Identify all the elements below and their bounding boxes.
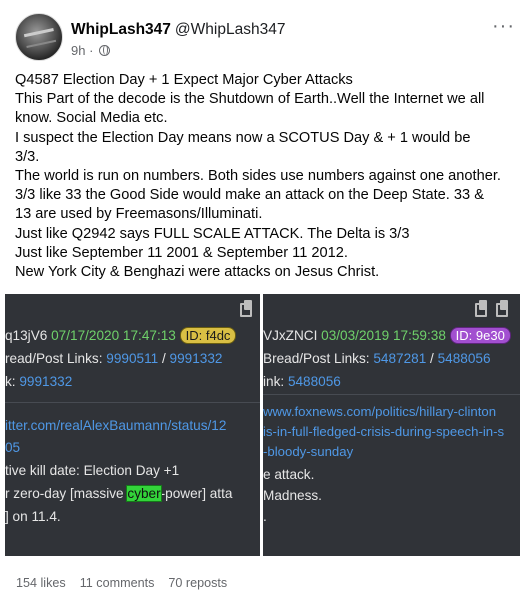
slash: / xyxy=(161,351,166,366)
url-line: is-in-full-fledged-crisis-during-speech-… xyxy=(263,424,505,439)
quote-line: e attack. xyxy=(263,467,315,482)
post-line: 3/3. xyxy=(15,148,40,165)
divider xyxy=(263,394,520,395)
globe-icon xyxy=(99,45,111,56)
comments-count[interactable]: 11 comments xyxy=(80,576,155,590)
post-line: I suspect the Election Day means now a S… xyxy=(15,129,471,146)
id-badge: ID: f4dc xyxy=(179,327,237,344)
post-line: Just like Q2942 says FULL SCALE ATTACK. … xyxy=(15,225,410,242)
author-name[interactable]: WhipLash347 xyxy=(71,21,171,38)
post-body: Q4587 Election Day + 1 Expect Major Cybe… xyxy=(15,71,515,282)
post-link: 9991332 xyxy=(19,374,73,389)
author-handle[interactable]: @WhipLash347 xyxy=(175,21,286,38)
post-line: This Part of the decode is the Shutdown … xyxy=(15,91,485,108)
url-line: www.foxnews.com/politics/hillary-clinton xyxy=(263,404,497,419)
post-line: 3/3 like 33 the Good Side would make an … xyxy=(15,187,484,204)
post-line: Q4587 Election Day + 1 Expect Major Cybe… xyxy=(15,72,353,88)
post-line: New York City & Benghazi were attacks on… xyxy=(15,264,380,281)
more-icon[interactable]: ··· xyxy=(492,16,515,36)
bread-link: 9990511 xyxy=(106,351,159,366)
post-id: VJxZNCI xyxy=(263,328,318,343)
quote-line: Madness. xyxy=(263,488,322,503)
copy-icon xyxy=(475,300,487,317)
link-row: ink: 5488056 xyxy=(263,374,341,389)
bread-label: read/Post Links: xyxy=(5,351,103,366)
highlight-word: cyber xyxy=(126,485,162,502)
url-line: 05 xyxy=(5,440,21,455)
id-badge: ID: 9e30 xyxy=(449,327,511,344)
attached-image-left[interactable]: q13jV6 07/17/2020 17:47:13 ID: f4dc read… xyxy=(5,294,260,556)
quote-text: r zero-day [massive xyxy=(5,486,128,501)
post-meta: 9h · xyxy=(71,43,111,58)
link-label: k: xyxy=(5,374,16,389)
quote-line: ] on 11.4. xyxy=(5,509,61,524)
avatar-mark xyxy=(23,28,57,48)
post-line: The world is run on numbers. Both sides … xyxy=(15,168,501,185)
post-date: 07/17/2020 17:47:13 xyxy=(51,328,176,343)
link-row: k: 9991332 xyxy=(5,374,72,389)
bread-links-row: read/Post Links: 9990511 / 9991332 xyxy=(5,351,222,366)
quote-line: r zero-day [massive cyber-power] atta xyxy=(5,485,233,502)
bread-label: Bread/Post Links: xyxy=(263,351,370,366)
link-label: ink: xyxy=(263,374,285,389)
url-line: -bloody-sunday xyxy=(263,444,354,459)
post-stats: 154 likes 11 comments 70 reposts xyxy=(16,576,241,590)
post-header-row: VJxZNCI 03/03/2019 17:59:38 ID: 9e30 xyxy=(263,327,511,344)
copy-icon xyxy=(496,300,508,317)
post-line: 13 are used by Freemasons/Illuminati. xyxy=(15,206,263,223)
post-line: Just like September 11 2001 & September … xyxy=(15,244,348,261)
reposts-count[interactable]: 70 reposts xyxy=(168,576,227,590)
quote-text: -power] atta xyxy=(160,486,233,501)
copy-icon xyxy=(240,300,252,317)
author-row: WhipLash347 @WhipLash347 xyxy=(71,21,285,39)
bread-links-row: Bread/Post Links: 5487281 / 5488056 xyxy=(263,351,491,366)
bread-link: 5487281 xyxy=(373,351,427,366)
divider xyxy=(5,402,260,403)
post-link: 5488056 xyxy=(287,374,341,389)
quote-line: . xyxy=(263,509,267,524)
bread-link: 9991332 xyxy=(169,351,223,366)
post-id: q13jV6 xyxy=(5,328,48,343)
post-date: 03/03/2019 17:59:38 xyxy=(321,328,446,343)
url-line: itter.com/realAlexBaumann/status/12 xyxy=(5,418,227,433)
attached-image-right[interactable]: VJxZNCI 03/03/2019 17:59:38 ID: 9e30 Bre… xyxy=(263,294,520,556)
bread-link: 5488056 xyxy=(437,351,491,366)
post-header: WhipLash347 @WhipLash347 9h · ··· xyxy=(15,13,515,63)
likes-count[interactable]: 154 likes xyxy=(16,576,66,590)
avatar[interactable] xyxy=(15,13,63,61)
slash: / xyxy=(430,351,434,366)
post-line: know. Social Media etc. xyxy=(15,110,168,127)
post-time[interactable]: 9h xyxy=(71,43,85,58)
quote-line: tive kill date: Election Day +1 xyxy=(5,463,180,478)
post-header-row: q13jV6 07/17/2020 17:47:13 ID: f4dc xyxy=(5,327,237,344)
